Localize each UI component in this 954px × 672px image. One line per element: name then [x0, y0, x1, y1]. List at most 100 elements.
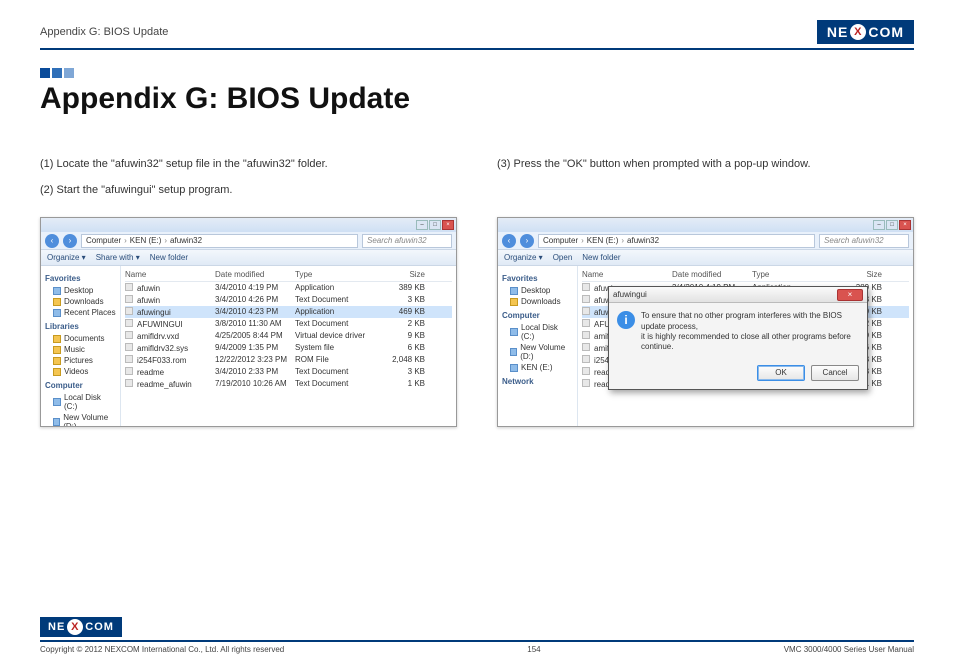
- close-button[interactable]: ×: [899, 220, 911, 230]
- app-icon: [125, 283, 133, 291]
- breadcrumb[interactable]: Computer › KEN (E:) › afuwin32: [81, 234, 358, 248]
- col-date[interactable]: Date modified: [672, 270, 752, 279]
- dialog-close-button[interactable]: ×: [837, 289, 863, 301]
- col-date[interactable]: Date modified: [215, 270, 295, 279]
- breadcrumb[interactable]: Computer › KEN (E:) › afuwin32: [538, 234, 815, 248]
- desktop-icon: [510, 287, 518, 295]
- window-titlebar: – □ ×: [498, 218, 913, 232]
- instruction-3: (3) Press the "OK" button when prompted …: [497, 156, 914, 174]
- breadcrumb-computer[interactable]: Computer: [86, 235, 121, 247]
- back-button[interactable]: ‹: [502, 234, 516, 248]
- app-icon: [582, 283, 590, 291]
- text-icon: [125, 379, 133, 387]
- organize-menu[interactable]: Organize ▾: [47, 253, 86, 262]
- network-group: Network: [502, 377, 573, 386]
- sidebar-item-desktop[interactable]: Desktop: [502, 285, 573, 296]
- info-icon: i: [617, 311, 635, 329]
- sidebar-item-music[interactable]: Music: [45, 344, 116, 355]
- breadcrumb-computer[interactable]: Computer: [543, 235, 578, 247]
- logo: NE X COM: [817, 20, 914, 44]
- screenshot-left: – □ × ‹ › Computer › KEN (E:) › afuwin32…: [40, 217, 457, 427]
- sidebar-item-pictures[interactable]: Pictures: [45, 355, 116, 366]
- sidebar-item-newvold[interactable]: New Volume (D:): [45, 412, 116, 427]
- newfolder-button[interactable]: New folder: [150, 253, 188, 262]
- drive-icon: [53, 398, 61, 406]
- col-type[interactable]: Type: [752, 270, 832, 279]
- col-name[interactable]: Name: [582, 270, 672, 279]
- text-icon: [582, 379, 590, 387]
- manual-title: VMC 3000/4000 Series User Manual: [784, 645, 914, 654]
- column-headers[interactable]: Name Date modified Type Size: [582, 268, 909, 282]
- breadcrumb-drive[interactable]: KEN (E:): [130, 235, 162, 247]
- close-button[interactable]: ×: [442, 220, 454, 230]
- sidebar-item-newvold[interactable]: New Volume (D:): [502, 342, 573, 362]
- file-row[interactable]: amifldrv.vxd4/25/2005 8:44 PMVirtual dev…: [125, 330, 452, 342]
- share-menu[interactable]: Share with ▾: [96, 253, 140, 262]
- chevron-right-icon: ›: [581, 235, 584, 247]
- drive-icon: [510, 348, 517, 356]
- minimize-button[interactable]: –: [873, 220, 885, 230]
- sidebar-item-kene[interactable]: KEN (E:): [502, 362, 573, 373]
- maximize-button[interactable]: □: [886, 220, 898, 230]
- col-name[interactable]: Name: [125, 270, 215, 279]
- minimize-button[interactable]: –: [416, 220, 428, 230]
- back-button[interactable]: ‹: [45, 234, 59, 248]
- file-row[interactable]: i254F033.rom12/22/2012 3:23 PMROM File2,…: [125, 354, 452, 366]
- open-button[interactable]: Open: [553, 253, 573, 262]
- maximize-button[interactable]: □: [429, 220, 441, 230]
- file-row[interactable]: afuwin3/4/2010 4:26 PMText Document3 KB: [125, 294, 452, 306]
- sidebar-item-documents[interactable]: Documents: [45, 333, 116, 344]
- file-row[interactable]: readme3/4/2010 2:33 PMText Document3 KB: [125, 366, 452, 378]
- col-type[interactable]: Type: [295, 270, 375, 279]
- logo-pre: NE: [827, 24, 848, 40]
- file-list: Name Date modified Type Size afuwin3/4/2…: [121, 266, 456, 426]
- file-row[interactable]: amifldrv32.sys9/4/2009 1:35 PMSystem fil…: [125, 342, 452, 354]
- col-size[interactable]: Size: [375, 270, 425, 279]
- file-row[interactable]: readme_afuwin7/19/2010 10:26 AMText Docu…: [125, 378, 452, 390]
- computer-group: Computer: [45, 381, 116, 390]
- file-icon: [125, 343, 133, 351]
- confirmation-dialog: afuwingui × i To ensure that no other pr…: [608, 286, 868, 390]
- col-size[interactable]: Size: [832, 270, 882, 279]
- instruction-1: (1) Locate the "afuwin32" setup file in …: [40, 156, 457, 174]
- file-row[interactable]: afuwin3/4/2010 4:19 PMApplication389 KB: [125, 282, 452, 294]
- newfolder-button[interactable]: New folder: [582, 253, 620, 262]
- desktop-icon: [53, 287, 61, 295]
- recent-icon: [53, 309, 61, 317]
- sidebar-item-localc[interactable]: Local Disk (C:): [45, 392, 116, 412]
- sidebar-item-downloads[interactable]: Downloads: [502, 296, 573, 307]
- breadcrumb-folder[interactable]: afuwin32: [627, 235, 659, 247]
- libraries-group: Libraries: [45, 322, 116, 331]
- sidebar-item-videos[interactable]: Videos: [45, 366, 116, 377]
- organize-menu[interactable]: Organize ▾: [504, 253, 543, 262]
- forward-button[interactable]: ›: [520, 234, 534, 248]
- breadcrumb-drive[interactable]: KEN (E:): [587, 235, 619, 247]
- folder-icon: [53, 298, 61, 306]
- search-input[interactable]: Search afuwin32: [362, 234, 452, 248]
- column-headers[interactable]: Name Date modified Type Size: [125, 268, 452, 282]
- copyright: Copyright © 2012 NEXCOM International Co…: [40, 645, 284, 654]
- text-icon: [582, 319, 590, 327]
- text-icon: [125, 367, 133, 375]
- chevron-right-icon: ›: [621, 235, 624, 247]
- folder-icon: [53, 335, 61, 343]
- ok-button[interactable]: OK: [757, 365, 805, 381]
- file-icon: [582, 331, 590, 339]
- breadcrumb-folder[interactable]: afuwin32: [170, 235, 202, 247]
- window-titlebar: – □ ×: [41, 218, 456, 232]
- file-row[interactable]: AFUWINGUI3/8/2010 11:30 AMText Document2…: [125, 318, 452, 330]
- sidebar-item-recent[interactable]: Recent Places: [45, 307, 116, 318]
- forward-button[interactable]: ›: [63, 234, 77, 248]
- sidebar-item-localc[interactable]: Local Disk (C:): [502, 322, 573, 342]
- folder-icon: [53, 357, 61, 365]
- nav-pane: Favorites Desktop Downloads Computer Loc…: [498, 266, 578, 426]
- file-row-selected[interactable]: afuwingui3/4/2010 4:23 PMApplication469 …: [125, 306, 452, 318]
- screenshot-right: – □ × ‹ › Computer › KEN (E:) › afuwin32…: [497, 217, 914, 427]
- computer-group: Computer: [502, 311, 573, 320]
- app-icon: [582, 307, 590, 315]
- cancel-button[interactable]: Cancel: [811, 365, 859, 381]
- sidebar-item-downloads[interactable]: Downloads: [45, 296, 116, 307]
- sidebar-item-desktop[interactable]: Desktop: [45, 285, 116, 296]
- search-input[interactable]: Search afuwin32: [819, 234, 909, 248]
- drive-icon: [53, 418, 60, 426]
